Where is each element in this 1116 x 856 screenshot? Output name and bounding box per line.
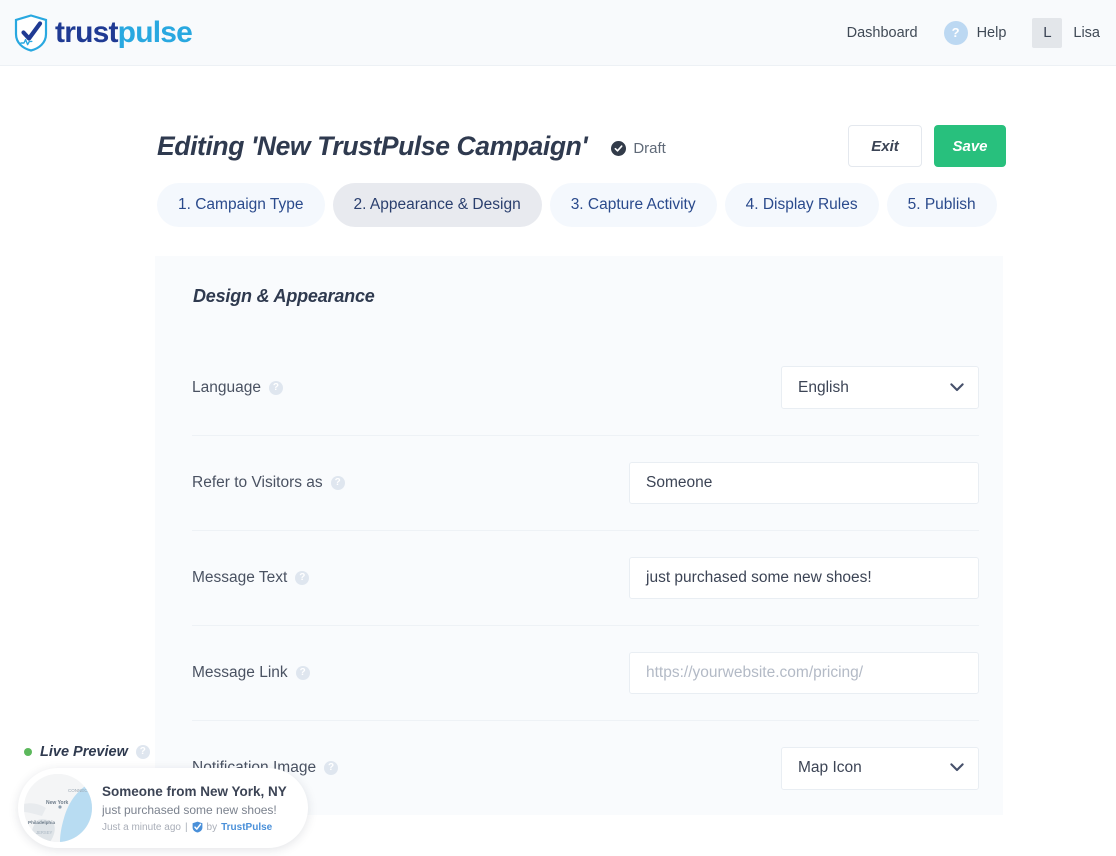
help-icon[interactable]: ? xyxy=(295,571,310,585)
logo[interactable]: trustpulse xyxy=(14,13,193,52)
svg-text:JERSEY: JERSEY xyxy=(36,830,52,835)
notification-image-control: Map Icon xyxy=(781,746,979,790)
message-link-label-group: Message Link ? xyxy=(192,664,310,682)
app-header: trustpulse Dashboard ? Help L Lisa xyxy=(0,0,1116,66)
status-badge-label: Draft xyxy=(633,140,666,157)
tab-publish[interactable]: 5. Publish xyxy=(886,183,997,227)
avatar: L xyxy=(1032,17,1063,48)
user-name: Lisa xyxy=(1073,24,1100,41)
header-nav: Dashboard ? Help L Lisa xyxy=(833,17,1100,48)
language-control: English xyxy=(781,366,979,409)
status-dot-icon xyxy=(24,748,32,756)
mini-shield-check-icon xyxy=(192,821,203,833)
live-preview-header: Live Preview ? xyxy=(18,744,318,760)
preview-brand-prefix: by xyxy=(206,821,218,833)
check-circle-icon xyxy=(611,141,627,156)
preview-notification[interactable]: CONNEC New York Philadelphia JERSEY Some… xyxy=(18,768,308,848)
svg-text:CONNEC: CONNEC xyxy=(68,788,88,793)
preview-notification-subtitle: just purchased some new shoes! xyxy=(102,803,277,818)
question-mark-icon: ? xyxy=(943,20,968,45)
refer-to-visitors-label-group: Refer to Visitors as ? xyxy=(192,474,345,492)
status-badge: Draft xyxy=(611,140,666,157)
form-row-message-text: Message Text ? just purchased some new s… xyxy=(192,530,979,625)
language-select[interactable]: English xyxy=(781,366,979,409)
logo-text-pulse: pulse xyxy=(117,15,193,49)
chevron-down-icon xyxy=(950,759,964,777)
nav-dashboard[interactable]: Dashboard xyxy=(833,25,932,41)
refer-to-visitors-input[interactable]: Someone xyxy=(629,462,979,504)
message-text-label: Message Text xyxy=(192,569,288,586)
message-text-label-group: Message Text ? xyxy=(192,569,310,587)
refer-to-visitors-label: Refer to Visitors as xyxy=(192,474,323,491)
message-text-control: just purchased some new shoes! xyxy=(629,557,979,599)
exit-button[interactable]: Exit xyxy=(848,125,922,167)
message-link-input[interactable]: https://yourwebsite.com/pricing/ xyxy=(629,652,979,694)
card-header: Design & Appearance xyxy=(155,256,1003,340)
message-text-input[interactable]: just purchased some new shoes! xyxy=(629,557,979,599)
notification-image-select-value: Map Icon xyxy=(798,759,862,776)
language-select-value: English xyxy=(798,378,849,396)
live-preview-label: Live Preview xyxy=(40,744,128,760)
nav-help-label: Help xyxy=(976,24,1007,41)
logo-text-trust: trust xyxy=(55,15,118,49)
map-thumbnail-icon: CONNEC New York Philadelphia JERSEY xyxy=(24,774,92,842)
svg-text:New York: New York xyxy=(46,800,69,806)
preview-meta-separator: | xyxy=(184,821,188,833)
shield-check-icon xyxy=(14,13,48,52)
nav-help[interactable]: ? Help xyxy=(932,20,1019,45)
language-label-group: Language ? xyxy=(192,379,283,397)
help-icon[interactable]: ? xyxy=(330,476,345,490)
design-appearance-card: Design & Appearance Language ? English R… xyxy=(155,256,1003,815)
help-icon[interactable]: ? xyxy=(324,761,339,775)
svg-text:Philadelphia: Philadelphia xyxy=(28,820,56,825)
card-title: Design & Appearance xyxy=(193,286,375,306)
language-label: Language xyxy=(192,378,261,396)
help-icon[interactable]: ? xyxy=(295,666,310,680)
tab-capture-activity[interactable]: 3. Capture Activity xyxy=(549,183,717,227)
save-button[interactable]: Save xyxy=(934,125,1006,167)
title-bar: Editing 'New TrustPulse Campaign' Draft … xyxy=(0,66,1116,178)
preview-notification-title: Someone from New York, NY xyxy=(102,783,287,799)
tab-appearance-design[interactable]: 2. Appearance & Design xyxy=(332,183,542,227)
form-row-message-link: Message Link ? https://yourwebsite.com/p… xyxy=(192,625,979,720)
message-link-label: Message Link xyxy=(192,664,288,681)
step-tabs: 1. Campaign Type 2. Appearance & Design … xyxy=(0,183,1116,227)
message-link-control: https://yourwebsite.com/pricing/ xyxy=(629,652,979,694)
form-row-refer-to-visitors: Refer to Visitors as ? Someone xyxy=(192,435,979,530)
refer-to-visitors-control: Someone xyxy=(629,462,979,504)
chevron-down-icon xyxy=(950,379,964,397)
title-actions: Exit Save xyxy=(848,125,1006,167)
preview-brand-name: TrustPulse xyxy=(221,821,273,833)
page-title: Editing 'New TrustPulse Campaign' xyxy=(157,130,588,161)
logo-text: trustpulse xyxy=(55,15,193,49)
preview-notification-time: Just a minute ago xyxy=(102,821,181,833)
help-icon[interactable]: ? xyxy=(268,380,283,395)
live-preview: Live Preview ? CONNEC New York Philadelp… xyxy=(18,744,318,848)
notification-image-select[interactable]: Map Icon xyxy=(781,746,979,790)
form-row-language: Language ? English xyxy=(192,340,979,435)
tab-campaign-type[interactable]: 1. Campaign Type xyxy=(157,183,325,227)
tab-display-rules[interactable]: 4. Display Rules xyxy=(724,183,879,227)
page-body: Editing 'New TrustPulse Campaign' Draft … xyxy=(0,66,1116,815)
preview-notification-meta: Just a minute ago | by TrustPulse xyxy=(102,821,287,833)
help-icon[interactable]: ? xyxy=(135,745,150,759)
preview-notification-body: Someone from New York, NY just purchased… xyxy=(102,783,287,833)
user-menu[interactable]: L Lisa xyxy=(1018,17,1100,48)
